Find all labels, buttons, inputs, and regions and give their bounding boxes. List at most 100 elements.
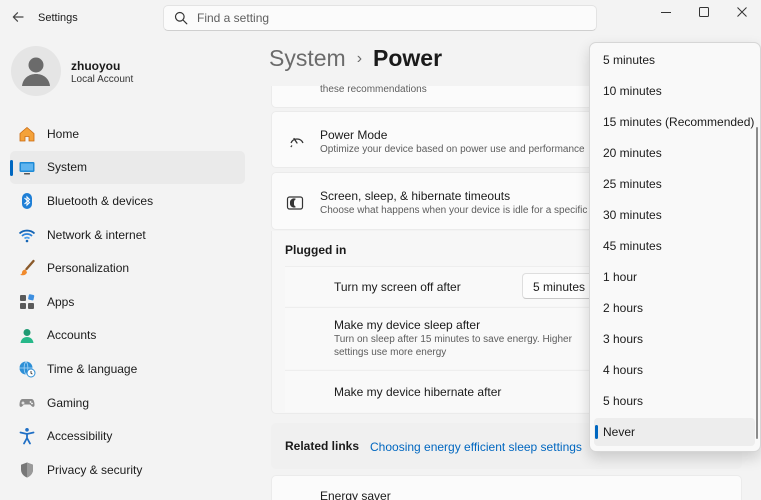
account-type: Local Account bbox=[71, 74, 134, 85]
globe-clock-icon bbox=[18, 360, 36, 378]
option-label: 1 hour bbox=[603, 270, 638, 284]
minimize-icon bbox=[661, 12, 671, 13]
screen-sleep-icon bbox=[286, 194, 304, 212]
option-45-minutes[interactable]: 45 minutes bbox=[594, 232, 755, 260]
nav-item-privacy-security[interactable]: Privacy & security bbox=[10, 453, 245, 487]
nav-label-bluetooth: Bluetooth & devices bbox=[47, 193, 154, 208]
option-1-hour[interactable]: 1 hour bbox=[594, 263, 755, 291]
energy-saver-title: Energy saver bbox=[320, 489, 391, 500]
option-label: 20 minutes bbox=[603, 146, 662, 160]
timeout-dropdown-list: 5 minutes 10 minutes 15 minutes (Recomme… bbox=[589, 42, 761, 452]
option-15-minutes-recommended[interactable]: 15 minutes (Recommended) bbox=[594, 108, 755, 136]
power-mode-desc: Optimize your device based on power use … bbox=[320, 144, 585, 155]
option-4-hours[interactable]: 4 hours bbox=[594, 356, 755, 384]
dropdown-scrollbar[interactable] bbox=[756, 127, 758, 439]
nav-label-accounts: Accounts bbox=[47, 328, 97, 343]
breadcrumb-separator: › bbox=[356, 50, 363, 67]
related-links-label: Related links bbox=[285, 439, 360, 453]
nav-item-accessibility[interactable]: Accessibility bbox=[10, 419, 245, 453]
search-box[interactable] bbox=[163, 5, 597, 31]
sleep-desc-line1: Turn on sleep after 15 minutes to save e… bbox=[334, 334, 572, 345]
sidebar-nav: Home System Bluetooth & devices Network … bbox=[10, 117, 245, 487]
nav-label-system: System bbox=[47, 160, 88, 175]
breadcrumb-parent[interactable]: System bbox=[269, 45, 346, 71]
option-label: 30 minutes bbox=[603, 208, 662, 222]
option-2-hours[interactable]: 2 hours bbox=[594, 294, 755, 322]
close-button[interactable] bbox=[723, 0, 761, 24]
maximize-icon bbox=[699, 7, 709, 17]
user-name: zhuoyou bbox=[71, 59, 121, 73]
gamepad-icon bbox=[18, 394, 36, 412]
user-avatar-icon bbox=[22, 57, 50, 86]
nav-label-personalization: Personalization bbox=[47, 261, 130, 276]
nav-label-gaming: Gaming bbox=[47, 395, 90, 410]
option-10-minutes[interactable]: 10 minutes bbox=[594, 77, 755, 105]
option-label: 45 minutes bbox=[603, 239, 662, 253]
person-icon bbox=[18, 327, 36, 345]
wifi-icon bbox=[18, 226, 36, 244]
nav-label-home: Home bbox=[47, 126, 80, 141]
option-label: Never bbox=[603, 425, 636, 439]
energy-sleep-settings-link[interactable]: Choosing energy efficient sleep settings bbox=[370, 440, 582, 454]
power-mode-icon bbox=[288, 131, 306, 149]
breadcrumb: System › Power bbox=[269, 45, 442, 72]
nav-label-network: Network & internet bbox=[47, 227, 146, 242]
back-arrow-icon bbox=[12, 12, 24, 22]
home-icon bbox=[18, 125, 36, 143]
nav-item-personalization[interactable]: Personalization bbox=[10, 251, 245, 285]
option-25-minutes[interactable]: 25 minutes bbox=[594, 170, 755, 198]
nav-item-gaming[interactable]: Gaming bbox=[10, 386, 245, 420]
option-30-minutes[interactable]: 30 minutes bbox=[594, 201, 755, 229]
option-20-minutes[interactable]: 20 minutes bbox=[594, 139, 755, 167]
screen-off-label: Turn my screen off after bbox=[334, 280, 461, 294]
option-label: 2 hours bbox=[603, 301, 644, 315]
option-3-hours[interactable]: 3 hours bbox=[594, 325, 755, 353]
option-5-hours[interactable]: 5 hours bbox=[594, 387, 755, 415]
page-title: Power bbox=[373, 45, 443, 71]
shield-icon bbox=[18, 461, 36, 479]
close-icon bbox=[737, 7, 747, 17]
nav-item-time-language[interactable]: Time & language bbox=[10, 352, 245, 386]
nav-label-time-language: Time & language bbox=[47, 361, 138, 376]
option-label: 10 minutes bbox=[603, 84, 662, 98]
option-label: 5 minutes bbox=[603, 53, 656, 67]
nav-item-accounts[interactable]: Accounts bbox=[10, 319, 245, 353]
option-label: 15 minutes (Recommended) bbox=[603, 115, 755, 129]
sleep-desc-line2: settings use more energy bbox=[334, 347, 447, 358]
monitor-icon bbox=[18, 159, 36, 177]
power-mode-title: Power Mode bbox=[320, 128, 388, 142]
nav-label-accessibility: Accessibility bbox=[47, 429, 113, 444]
apps-icon bbox=[18, 293, 36, 311]
search-icon bbox=[174, 11, 188, 25]
nav-label-apps: Apps bbox=[47, 294, 75, 309]
back-button[interactable] bbox=[10, 9, 26, 25]
timeouts-title: Screen, sleep, & hibernate timeouts bbox=[320, 189, 511, 203]
option-label: 25 minutes bbox=[603, 177, 662, 191]
recommendations-desc: these recommendations bbox=[320, 84, 427, 95]
nav-item-apps[interactable]: Apps bbox=[10, 285, 245, 319]
search-input[interactable] bbox=[197, 9, 577, 27]
hibernate-label: Make my device hibernate after bbox=[334, 385, 502, 399]
minimize-button[interactable] bbox=[647, 0, 685, 24]
nav-item-system[interactable]: System bbox=[10, 150, 245, 185]
maximize-button[interactable] bbox=[685, 0, 723, 24]
app-title: Settings bbox=[38, 12, 78, 24]
nav-label-privacy-security: Privacy & security bbox=[47, 462, 143, 477]
option-label: 4 hours bbox=[603, 363, 644, 377]
timeouts-desc: Choose what happens when your device is … bbox=[320, 205, 610, 216]
nav-item-network[interactable]: Network & internet bbox=[10, 218, 245, 252]
accessibility-icon bbox=[18, 427, 36, 445]
avatar[interactable] bbox=[11, 46, 61, 96]
plugged-in-heading: Plugged in bbox=[285, 243, 347, 257]
sleep-label: Make my device sleep after bbox=[334, 318, 481, 332]
nav-item-home[interactable]: Home bbox=[10, 117, 245, 151]
option-5-minutes[interactable]: 5 minutes bbox=[594, 46, 755, 74]
option-label: 3 hours bbox=[603, 332, 644, 346]
option-label: 5 hours bbox=[603, 394, 644, 408]
option-never[interactable]: Never bbox=[594, 418, 755, 446]
nav-item-bluetooth[interactable]: Bluetooth & devices bbox=[10, 184, 245, 218]
paintbrush-icon bbox=[18, 259, 36, 277]
screen-off-value: 5 minutes ( bbox=[533, 280, 593, 294]
energy-saver-card[interactable]: Energy saver bbox=[271, 475, 742, 500]
bluetooth-icon bbox=[18, 192, 36, 210]
